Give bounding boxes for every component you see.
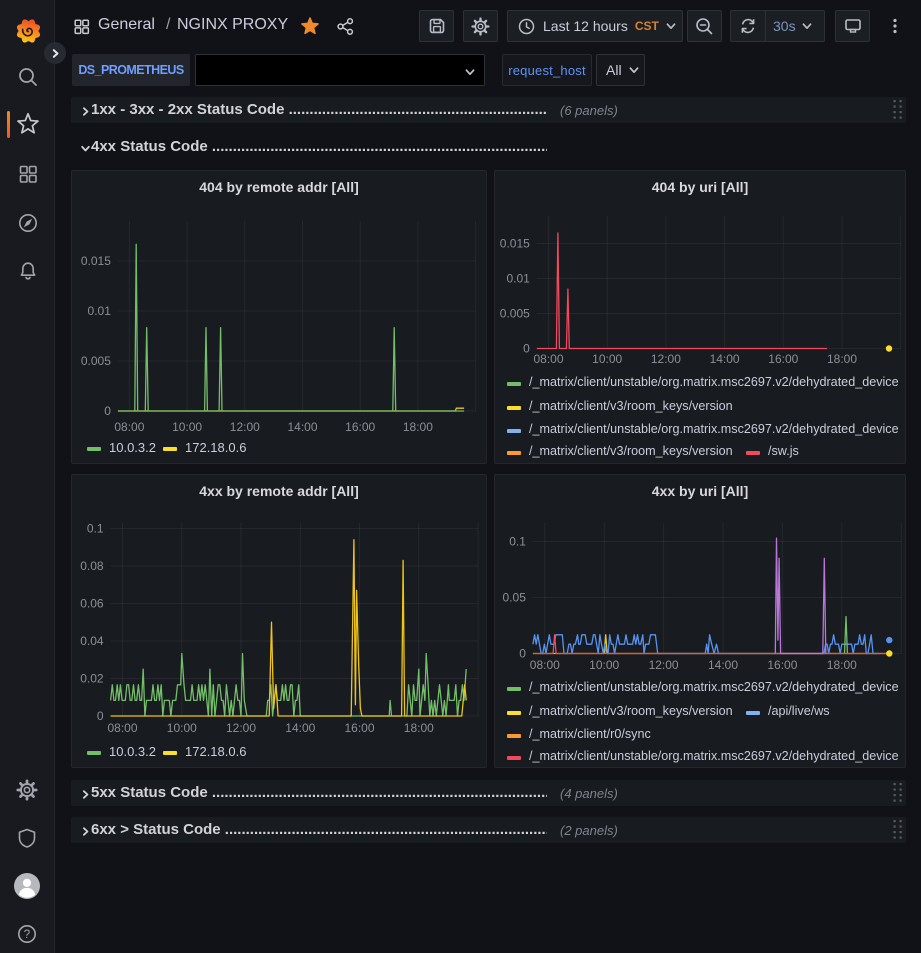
svg-text:16:00: 16:00: [344, 721, 374, 735]
svg-text:0.06: 0.06: [80, 597, 104, 611]
svg-text:08:00: 08:00: [530, 658, 560, 672]
svg-text:0: 0: [97, 709, 104, 723]
svg-text:0.01: 0.01: [88, 304, 112, 318]
svg-text:18:00: 18:00: [403, 420, 433, 434]
svg-text:0.1: 0.1: [87, 522, 104, 536]
svg-text:08:00: 08:00: [533, 352, 563, 366]
svg-text:0.005: 0.005: [81, 354, 111, 368]
svg-text:0.04: 0.04: [80, 634, 104, 648]
svg-text:12:00: 12:00: [226, 721, 256, 735]
svg-text:0.01: 0.01: [506, 272, 530, 286]
svg-text:18:00: 18:00: [404, 721, 434, 735]
svg-text:12:00: 12:00: [651, 352, 681, 366]
svg-text:0.015: 0.015: [500, 237, 530, 251]
svg-text:18:00: 18:00: [827, 658, 857, 672]
svg-text:10:00: 10:00: [172, 420, 202, 434]
svg-text:14:00: 14:00: [708, 658, 738, 672]
svg-text:08:00: 08:00: [114, 420, 144, 434]
svg-text:16:00: 16:00: [767, 658, 797, 672]
svg-text:0: 0: [104, 404, 111, 418]
svg-text:0.08: 0.08: [80, 559, 104, 573]
svg-text:?: ?: [24, 929, 30, 941]
svg-text:14:00: 14:00: [287, 420, 317, 434]
svg-text:0.015: 0.015: [81, 254, 111, 268]
svg-text:14:00: 14:00: [710, 352, 740, 366]
svg-text:0: 0: [519, 647, 526, 661]
svg-text:08:00: 08:00: [107, 721, 137, 735]
svg-text:16:00: 16:00: [768, 352, 798, 366]
svg-text:0.005: 0.005: [500, 307, 530, 321]
svg-text:10:00: 10:00: [589, 658, 619, 672]
svg-text:12:00: 12:00: [230, 420, 260, 434]
svg-text:0.1: 0.1: [509, 535, 526, 549]
svg-text:0.05: 0.05: [503, 591, 527, 605]
svg-text:12:00: 12:00: [649, 658, 679, 672]
svg-text:0.02: 0.02: [80, 672, 104, 686]
svg-text:10:00: 10:00: [592, 352, 622, 366]
svg-text:14:00: 14:00: [285, 721, 315, 735]
svg-text:0: 0: [523, 342, 530, 356]
svg-text:16:00: 16:00: [345, 420, 375, 434]
svg-text:10:00: 10:00: [167, 721, 197, 735]
svg-text:18:00: 18:00: [827, 352, 857, 366]
